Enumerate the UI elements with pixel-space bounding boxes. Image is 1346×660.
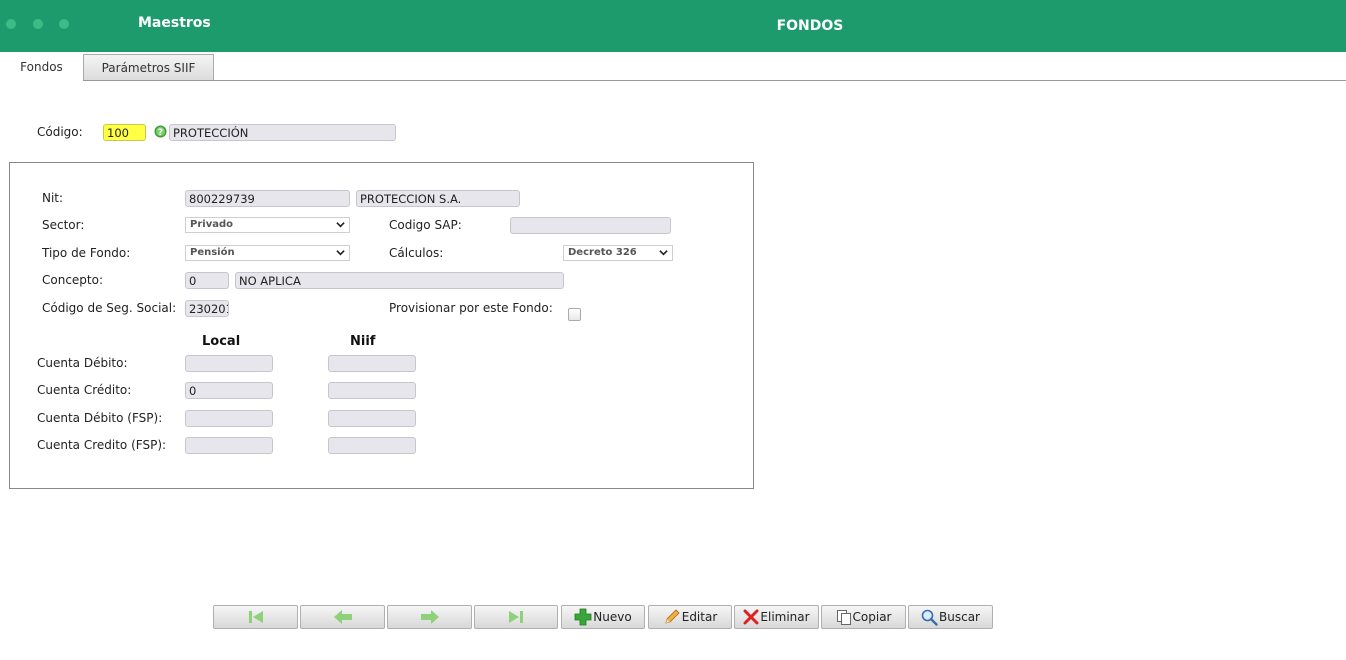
calculos-select[interactable]: Decreto 326 <box>563 245 673 261</box>
tab-divider <box>83 80 1346 81</box>
buscar-button[interactable]: Buscar <box>908 605 993 629</box>
calculos-label: Cálculos: <box>389 246 444 260</box>
first-record-button[interactable] <box>213 605 298 629</box>
arrow-right-icon <box>420 610 439 624</box>
chevron-down-icon <box>659 250 668 256</box>
previous-record-button[interactable] <box>300 605 385 629</box>
cuenta-credito-fsp-label: Cuenta Credito (FSP): <box>37 438 167 452</box>
cuenta-credito-niif-input[interactable] <box>328 382 416 399</box>
last-record-button[interactable] <box>474 605 558 629</box>
cuenta-debito-local-input[interactable] <box>185 355 273 372</box>
nuevo-label: Nuevo <box>593 610 632 624</box>
cuenta-debito-fsp-label: Cuenta Débito (FSP): <box>37 411 163 425</box>
cuenta-debito-fsp-local-input[interactable] <box>185 410 273 427</box>
plus-icon <box>574 608 592 626</box>
chevron-down-icon <box>336 222 345 228</box>
last-record-icon <box>509 611 523 623</box>
copy-icon <box>836 609 851 625</box>
niif-column-header: Niif <box>350 334 376 349</box>
tab-fondos[interactable]: Fondos <box>0 54 83 81</box>
cuenta-credito-local-input[interactable]: 0 <box>185 382 273 399</box>
cuenta-debito-label: Cuenta Débito: <box>37 356 128 370</box>
provisionar-checkbox[interactable] <box>568 308 581 321</box>
search-icon <box>921 609 938 626</box>
nit-label: Nit: <box>42 191 64 205</box>
cuenta-credito-label: Cuenta Crédito: <box>37 383 132 397</box>
sector-select-value: Privado <box>190 219 233 230</box>
first-record-icon <box>248 611 263 623</box>
nit-input[interactable]: 800229739 <box>185 190 350 207</box>
concepto-name-field: NO APLICA <box>235 272 564 289</box>
codigo-name-field: PROTECCIÓN <box>169 124 396 141</box>
cuenta-debito-fsp-niif-input[interactable] <box>328 410 416 427</box>
help-icon[interactable]: ? <box>154 125 167 138</box>
eliminar-label: Eliminar <box>760 610 810 624</box>
local-column-header: Local <box>202 334 241 349</box>
codigo-label: Código: <box>37 125 83 139</box>
codigo-sap-input[interactable] <box>510 217 671 234</box>
page-title: FONDOS <box>776 18 844 34</box>
nuevo-button[interactable]: Nuevo <box>561 605 645 629</box>
seg-social-input[interactable]: 230201 <box>185 300 229 317</box>
concepto-input[interactable]: 0 <box>185 272 229 289</box>
seg-social-label: Código de Seg. Social: <box>42 301 177 315</box>
pencil-icon <box>665 609 680 624</box>
tab-parametros-siif[interactable]: Parámetros SIIF <box>83 54 214 80</box>
tipo-fondo-select[interactable]: Pensión <box>185 245 350 261</box>
svg-text:?: ? <box>158 128 163 138</box>
tipo-fondo-label: Tipo de Fondo: <box>42 246 131 260</box>
next-record-button[interactable] <box>387 605 472 629</box>
copiar-button[interactable]: Copiar <box>821 605 906 629</box>
sector-label: Sector: <box>42 218 85 232</box>
editar-button[interactable]: Editar <box>648 605 732 629</box>
chevron-down-icon <box>336 250 345 256</box>
sector-select[interactable]: Privado <box>185 217 350 233</box>
cuenta-debito-niif-input[interactable] <box>328 355 416 372</box>
calculos-select-value: Decreto 326 <box>568 247 637 258</box>
provisionar-label: Provisionar por este Fondo: <box>389 301 553 315</box>
codigo-sap-label: Codigo SAP: <box>389 218 462 232</box>
codigo-input[interactable]: 100 <box>103 124 146 141</box>
cuenta-credito-fsp-niif-input[interactable] <box>328 437 416 454</box>
copiar-label: Copiar <box>852 610 892 624</box>
nit-name-field: PROTECCION S.A. <box>356 190 520 207</box>
concepto-label: Concepto: <box>42 273 104 287</box>
eliminar-button[interactable]: Eliminar <box>734 605 819 629</box>
buscar-label: Buscar <box>939 610 980 624</box>
editar-label: Editar <box>681 610 718 624</box>
tipo-fondo-select-value: Pensión <box>190 247 235 258</box>
delete-x-icon <box>743 609 759 625</box>
arrow-left-icon <box>333 610 352 624</box>
cuenta-credito-fsp-local-input[interactable] <box>185 437 273 454</box>
